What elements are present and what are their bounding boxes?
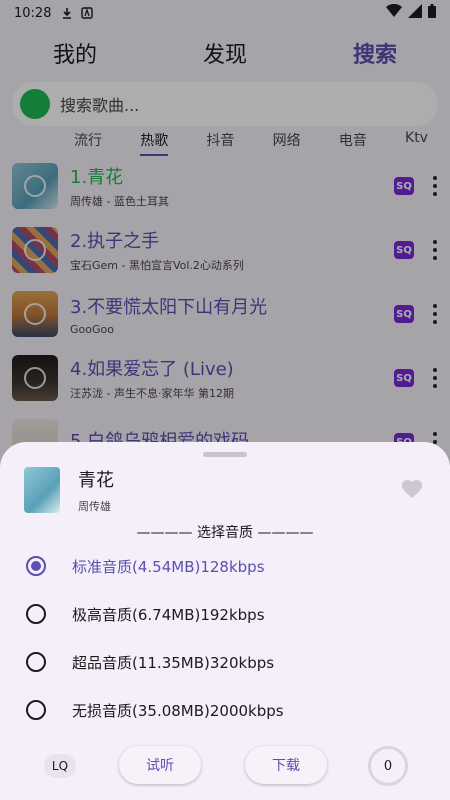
sheet-song-cover	[24, 467, 60, 513]
sheet-song-header: 青花 周传雄	[24, 466, 426, 514]
sheet-song-artist: 周传雄	[78, 500, 111, 513]
quality-heading: ———— 选择音质 ————	[136, 525, 314, 541]
quality-option-label: 无损音质(35.08MB)2000kbps	[72, 701, 284, 720]
radio-button[interactable]	[26, 700, 46, 720]
drag-handle[interactable]	[203, 452, 247, 457]
quality-option-label: 超品音质(11.35MB)320kbps	[72, 653, 275, 672]
radio-button[interactable]	[26, 604, 46, 624]
heart-icon[interactable]	[400, 477, 426, 503]
download-counter[interactable]: 0	[368, 746, 408, 786]
quality-option-lossless[interactable]: 无损音质(35.08MB)2000kbps	[26, 690, 426, 730]
quality-option-super[interactable]: 超品音质(11.35MB)320kbps	[26, 642, 426, 682]
listen-button[interactable]: 试听	[119, 746, 201, 784]
quality-option-label: 极高音质(6.74MB)192kbps	[72, 605, 265, 624]
quality-bottom-sheet: 青花 周传雄 ———— 选择音质 ———— 标准音质(4.54MB)128kbp…	[0, 442, 450, 800]
radio-button[interactable]	[26, 556, 46, 576]
lq-badge[interactable]: LQ	[44, 754, 76, 778]
radio-button[interactable]	[26, 652, 46, 672]
quality-option-standard[interactable]: 标准音质(4.54MB)128kbps	[26, 546, 426, 586]
sheet-song-title: 青花	[78, 470, 114, 491]
sheet-actions: LQ 试听 下载 0	[0, 746, 450, 786]
quality-option-label: 标准音质(4.54MB)128kbps	[72, 557, 265, 576]
quality-option-high[interactable]: 极高音质(6.74MB)192kbps	[26, 594, 426, 634]
download-button[interactable]: 下载	[245, 746, 327, 784]
